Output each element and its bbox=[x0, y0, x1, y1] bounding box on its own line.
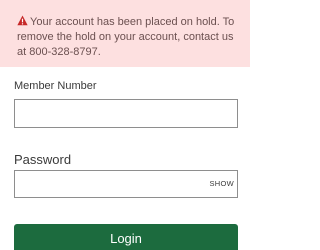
login-page: Your account has been placed on hold. To… bbox=[0, 0, 250, 250]
alert-message: Your account has been placed on hold. To… bbox=[17, 16, 235, 58]
warning-icon bbox=[17, 15, 28, 26]
member-number-label: Member Number bbox=[14, 80, 97, 92]
password-label: Password bbox=[14, 152, 72, 167]
password-input[interactable] bbox=[14, 170, 238, 198]
login-button[interactable]: Login bbox=[14, 224, 238, 250]
account-hold-alert: Your account has been placed on hold. To… bbox=[0, 0, 250, 67]
member-number-input[interactable] bbox=[14, 99, 238, 128]
show-password-button[interactable]: SHOW bbox=[209, 171, 234, 197]
